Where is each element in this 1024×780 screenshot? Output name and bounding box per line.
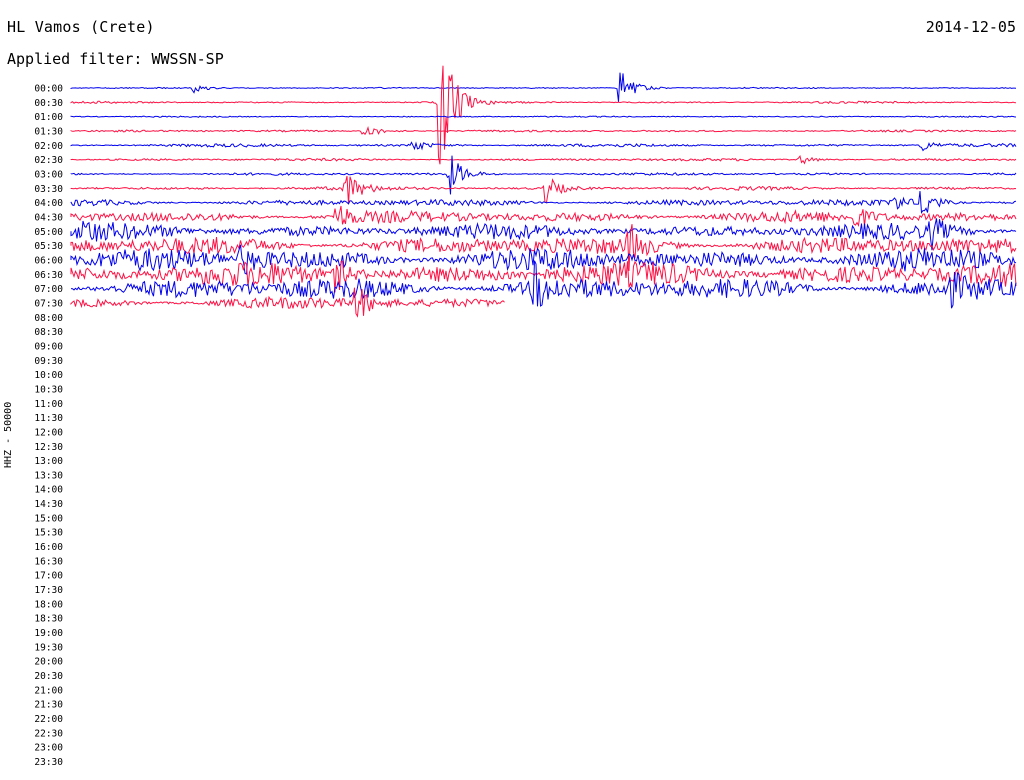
trace-row-04:00 xyxy=(70,191,1017,215)
tick-label: 07:00 xyxy=(34,284,63,295)
tick-label: 04:30 xyxy=(34,212,63,223)
tick-label: 13:30 xyxy=(34,470,63,481)
tick-label: 11:00 xyxy=(34,399,63,410)
trace-row-00:00 xyxy=(70,72,1017,102)
tick-label: 14:00 xyxy=(34,485,63,496)
tick-label: 14:30 xyxy=(34,499,63,510)
seismic-traces xyxy=(70,65,1017,318)
tick-label: 08:30 xyxy=(34,327,63,338)
tick-label: 18:00 xyxy=(34,599,63,610)
tick-label: 19:30 xyxy=(34,642,63,653)
tick-label: 18:30 xyxy=(34,614,63,625)
tick-label: 16:00 xyxy=(34,542,63,553)
tick-label: 11:30 xyxy=(34,413,63,424)
tick-label: 17:00 xyxy=(34,571,63,582)
tick-label: 08:00 xyxy=(34,313,63,324)
tick-label: 03:30 xyxy=(34,184,63,195)
tick-label: 23:00 xyxy=(34,743,63,754)
tick-label: 15:30 xyxy=(34,528,63,539)
tick-label: 06:30 xyxy=(34,270,63,281)
tick-label: 12:00 xyxy=(34,427,63,438)
trace-row-01:30 xyxy=(70,125,1017,136)
tick-label: 12:30 xyxy=(34,442,63,453)
trace-row-06:00 xyxy=(70,244,1017,275)
tick-label: 10:30 xyxy=(34,384,63,395)
tick-label: 00:00 xyxy=(34,84,63,95)
tick-label: 01:00 xyxy=(34,112,63,123)
tick-label: 09:00 xyxy=(34,341,63,352)
tick-label: 00:30 xyxy=(34,98,63,109)
time-tick-labels: 00:00 00:30 01:00 01:30 02:00 02:30 03:00 03:30… xyxy=(34,84,63,769)
trace-row-04:30 xyxy=(70,205,1017,227)
tick-label: 19:00 xyxy=(34,628,63,639)
tick-label: 03:00 xyxy=(34,169,63,180)
trace-row-02:30 xyxy=(70,154,1017,165)
tick-label: 02:00 xyxy=(34,141,63,152)
tick-label: 16:30 xyxy=(34,556,63,567)
tick-label: 05:30 xyxy=(34,241,63,252)
tick-label: 07:30 xyxy=(34,298,63,309)
tick-label: 22:30 xyxy=(34,728,63,739)
tick-label: 21:00 xyxy=(34,685,63,696)
tick-label: 17:30 xyxy=(34,585,63,596)
trace-row-02:00 xyxy=(70,141,1017,152)
tick-label: 04:00 xyxy=(34,198,63,209)
tick-label: 02:30 xyxy=(34,155,63,166)
tick-label: 10:00 xyxy=(34,370,63,381)
tick-label: 01:30 xyxy=(34,126,63,137)
tick-label: 22:00 xyxy=(34,714,63,725)
tick-label: 05:00 xyxy=(34,227,63,238)
tick-label: 21:30 xyxy=(34,700,63,711)
tick-label: 15:00 xyxy=(34,513,63,524)
trace-row-01:00 xyxy=(70,115,1017,118)
tick-label: 06:00 xyxy=(34,255,63,266)
trace-row-00:30 xyxy=(70,65,1017,165)
tick-label: 09:30 xyxy=(34,356,63,367)
trace-row-03:30 xyxy=(70,175,1017,205)
helicorder-plot: 00:00 00:30 01:00 01:30 02:00 02:30 03:00 03:30… xyxy=(34,65,1017,769)
tick-label: 23:30 xyxy=(34,757,63,768)
tick-label: 20:00 xyxy=(34,657,63,668)
tick-label: 13:00 xyxy=(34,456,63,467)
tick-label: 20:30 xyxy=(34,671,63,682)
